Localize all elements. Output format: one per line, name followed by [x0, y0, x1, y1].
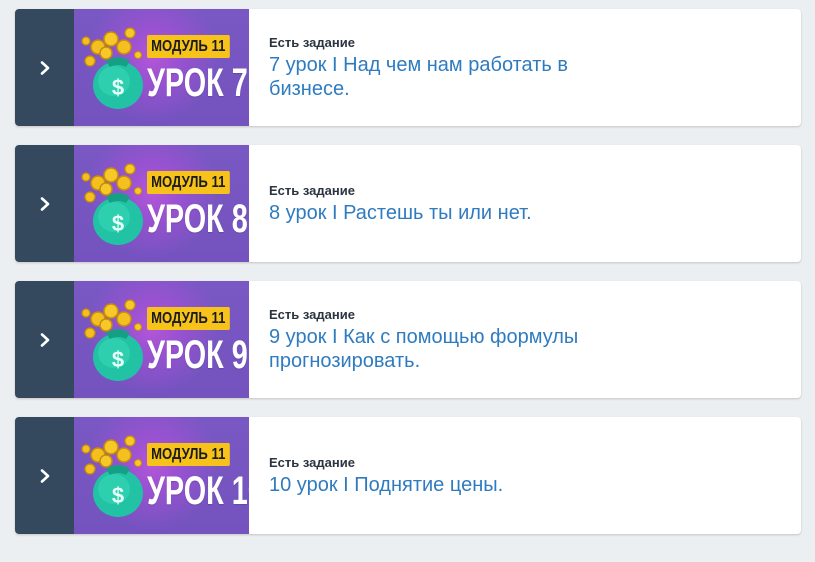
- money-bag-icon: $: [81, 27, 143, 109]
- module-badge: МОДУЛЬ 11: [147, 171, 230, 194]
- svg-text:$: $: [112, 75, 124, 100]
- lesson-card[interactable]: $ МОДУЛЬ 11 УРОК 10 Есть задание 10 урок…: [15, 417, 801, 534]
- lesson-title-link[interactable]: 8 урок I Растешь ты или нет.: [269, 201, 629, 225]
- lesson-list: $ МОДУЛЬ 11 УРОК 7 Есть задание 7 урок I…: [15, 9, 801, 553]
- lesson-info: Есть задание 10 урок I Поднятие цены.: [249, 417, 801, 534]
- money-bag-icon: $: [81, 435, 143, 517]
- task-label: Есть задание: [269, 34, 355, 50]
- svg-text:$: $: [112, 211, 124, 236]
- task-label: Есть задание: [269, 306, 355, 322]
- lesson-thumbnail[interactable]: $ МОДУЛЬ 11 УРОК 8: [74, 145, 249, 262]
- lesson-thumbnail[interactable]: $ МОДУЛЬ 11 УРОК 9: [74, 281, 249, 398]
- task-label: Есть задание: [269, 454, 355, 470]
- lesson-badge: УРОК 9: [147, 333, 248, 377]
- chevron-right-icon: [40, 196, 49, 211]
- expand-toggle[interactable]: [15, 145, 74, 262]
- lesson-title-link[interactable]: 10 урок I Поднятие цены.: [269, 473, 629, 497]
- lesson-info: Есть задание 8 урок I Растешь ты или нет…: [249, 145, 801, 262]
- lesson-badge: УРОК 7: [147, 61, 248, 105]
- expand-toggle[interactable]: [15, 417, 74, 534]
- module-badge: МОДУЛЬ 11: [147, 307, 230, 330]
- chevron-right-icon: [40, 468, 49, 483]
- money-bag-icon: $: [81, 163, 143, 245]
- expand-toggle[interactable]: [15, 281, 74, 398]
- expand-toggle[interactable]: [15, 9, 74, 126]
- lesson-title-link[interactable]: 7 урок I Над чем нам работать в бизнесе.: [269, 53, 629, 101]
- lesson-badge: УРОК 8: [147, 197, 248, 241]
- svg-text:$: $: [112, 483, 124, 508]
- lesson-info: Есть задание 9 урок I Как с помощью форм…: [249, 281, 801, 398]
- task-label: Есть задание: [269, 182, 355, 198]
- lesson-thumbnail[interactable]: $ МОДУЛЬ 11 УРОК 7: [74, 9, 249, 126]
- lesson-card[interactable]: $ МОДУЛЬ 11 УРОК 9 Есть задание 9 урок I…: [15, 281, 801, 398]
- lesson-card[interactable]: $ МОДУЛЬ 11 УРОК 7 Есть задание 7 урок I…: [15, 9, 801, 126]
- lesson-thumbnail[interactable]: $ МОДУЛЬ 11 УРОК 10: [74, 417, 249, 534]
- svg-text:$: $: [112, 347, 124, 372]
- module-badge: МОДУЛЬ 11: [147, 35, 230, 58]
- chevron-right-icon: [40, 60, 49, 75]
- lesson-title-link[interactable]: 9 урок I Как с помощью формулы прогнозир…: [269, 325, 629, 373]
- module-badge: МОДУЛЬ 11: [147, 443, 230, 466]
- chevron-right-icon: [40, 332, 49, 347]
- lesson-badge: УРОК 10: [147, 469, 249, 513]
- money-bag-icon: $: [81, 299, 143, 381]
- lesson-card[interactable]: $ МОДУЛЬ 11 УРОК 8 Есть задание 8 урок I…: [15, 145, 801, 262]
- lesson-info: Есть задание 7 урок I Над чем нам работа…: [249, 9, 801, 126]
